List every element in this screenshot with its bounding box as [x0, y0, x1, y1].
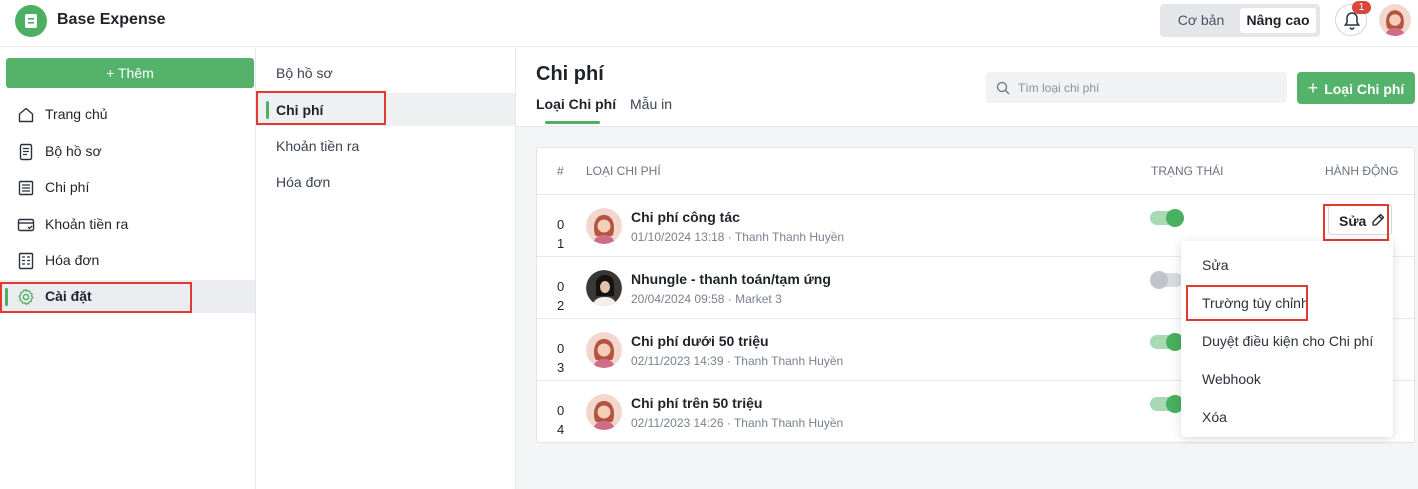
toggle-knob [1150, 271, 1168, 289]
photo-avatar [586, 270, 622, 306]
settings-subnav: Bộ hồ sơ Chi phí Khoản tiền ra Hóa đơn [256, 48, 516, 489]
action-dropdown-menu: Sửa Trường tùy chỉnh Duyệt điều kiện cho… [1181, 241, 1393, 437]
expense-type-meta: 01/10/2024 13:18 · Thanh Thanh Huyền [631, 230, 845, 244]
active-indicator [266, 101, 269, 119]
subnav-item-expenses[interactable]: Chi phí [256, 93, 515, 126]
column-header-status: Trạng thái [1151, 164, 1224, 178]
app-title: Base Expense [57, 11, 166, 28]
row-number: 01 [557, 217, 565, 251]
status-toggle[interactable] [1150, 271, 1183, 289]
expense-type-name[interactable]: Chi phí dưới 50 triệu [631, 333, 769, 349]
row-number: 04 [557, 403, 565, 437]
row-number: 03 [557, 341, 565, 375]
mode-switch: Cơ bản Nâng cao [1160, 4, 1320, 37]
edit-label: Sửa [1339, 213, 1367, 229]
expense-type-name[interactable]: Nhungle - thanh toán/tạm ứng [631, 271, 831, 287]
female-avatar [586, 208, 622, 244]
expense-type-name[interactable]: Chi phí công tác [631, 209, 740, 225]
search-icon [996, 81, 1010, 95]
expense-type-meta: 20/04/2024 09:58 · Market 3 [631, 292, 782, 306]
expense-type-name[interactable]: Chi phí trên 50 triệu [631, 395, 762, 411]
expense-type-meta: 02/11/2023 14:26 · Thanh Thanh Huyền [631, 416, 844, 430]
tab-active-underline [545, 121, 600, 124]
sidebar-item-invoices[interactable]: Hóa đơn [0, 244, 255, 277]
subnav-item-label: Hóa đơn [276, 174, 331, 190]
tab-expense-types[interactable]: Loại Chi phí [536, 96, 616, 112]
expense-type-meta: 02/11/2023 14:39 · Thanh Thanh Huyền [631, 354, 844, 368]
page-header: Chi phí Loại Chi phí Mẫu in + Loại Chi ph… [516, 48, 1418, 127]
subnav-item-payments[interactable]: Khoản tiền ra [256, 129, 515, 162]
subnav-item-label: Bộ hồ sơ [276, 65, 333, 81]
sidebar-item-label: Cài đặt [45, 288, 92, 304]
menu-item-approval-conditions[interactable]: Duyệt điều kiện cho Chi phí [1202, 333, 1373, 349]
sidebar-item-expenses[interactable]: Chi phí [0, 171, 255, 204]
document-icon [17, 143, 35, 161]
sidebar-item-profiles[interactable]: Bộ hồ sơ [0, 135, 255, 168]
menu-item-webhook[interactable]: Webhook [1202, 371, 1261, 387]
menu-item-custom-fields[interactable]: Trường tùy chỉnh [1202, 295, 1309, 311]
female-avatar [586, 332, 622, 368]
sidebar-item-settings[interactable]: Cài đặt [0, 280, 255, 313]
sidebar: + Thêm Trang chủ Bộ hồ sơ Chi phí Khoản … [0, 48, 256, 489]
sidebar-item-label: Chi phí [45, 179, 90, 195]
add-expense-type-label: Loại Chi phí [1324, 81, 1405, 97]
mode-basic-button[interactable]: Cơ bản [1168, 8, 1234, 33]
add-expense-type-button[interactable]: + Loại Chi phí [1297, 72, 1415, 104]
subnav-item-label: Chi phí [276, 102, 324, 118]
sidebar-item-home[interactable]: Trang chủ [0, 98, 255, 131]
sidebar-item-label: Trang chủ [45, 106, 108, 122]
top-bar: Base Expense Cơ bản Nâng cao 1 [0, 0, 1418, 47]
female-avatar [586, 394, 622, 430]
subnav-item-profiles[interactable]: Bộ hồ sơ [256, 56, 515, 89]
add-button[interactable]: + Thêm [6, 58, 254, 88]
column-header-action: Hành động [1325, 164, 1399, 178]
row-number: 02 [557, 279, 565, 313]
notification-badge: 1 [1352, 1, 1371, 14]
sidebar-item-payments[interactable]: Khoản tiền ra [0, 208, 255, 241]
page-title: Chi phí [536, 63, 604, 85]
gear-icon [17, 288, 35, 306]
sidebar-item-label: Bộ hồ sơ [45, 143, 102, 159]
search-input[interactable] [1018, 72, 1278, 103]
menu-item-edit[interactable]: Sửa [1202, 257, 1229, 273]
wallet-icon [17, 216, 35, 234]
toggle-knob [1166, 209, 1184, 227]
column-header-number: # [557, 164, 564, 178]
mode-advanced-button[interactable]: Nâng cao [1240, 8, 1316, 33]
list-icon [17, 179, 35, 197]
app-logo-icon[interactable] [15, 5, 47, 37]
user-avatar[interactable] [1379, 4, 1411, 36]
status-toggle[interactable] [1150, 209, 1184, 227]
menu-item-delete[interactable]: Xóa [1202, 409, 1227, 425]
search-box[interactable] [986, 72, 1287, 103]
column-header-type: Loại chi phí [586, 164, 661, 178]
sidebar-item-label: Khoản tiền ra [45, 216, 129, 232]
pencil-icon [1372, 213, 1385, 226]
invoice-icon [17, 252, 35, 270]
status-toggle[interactable] [1150, 395, 1184, 413]
active-indicator [5, 288, 8, 306]
subnav-item-label: Khoản tiền ra [276, 138, 360, 154]
home-icon [17, 106, 35, 124]
subnav-item-invoices[interactable]: Hóa đơn [256, 165, 515, 198]
tab-print-templates[interactable]: Mẫu in [630, 96, 672, 112]
sidebar-item-label: Hóa đơn [45, 252, 100, 268]
plus-icon: + [1307, 78, 1319, 98]
edit-button[interactable]: Sửa [1328, 205, 1392, 235]
status-toggle[interactable] [1150, 333, 1184, 351]
